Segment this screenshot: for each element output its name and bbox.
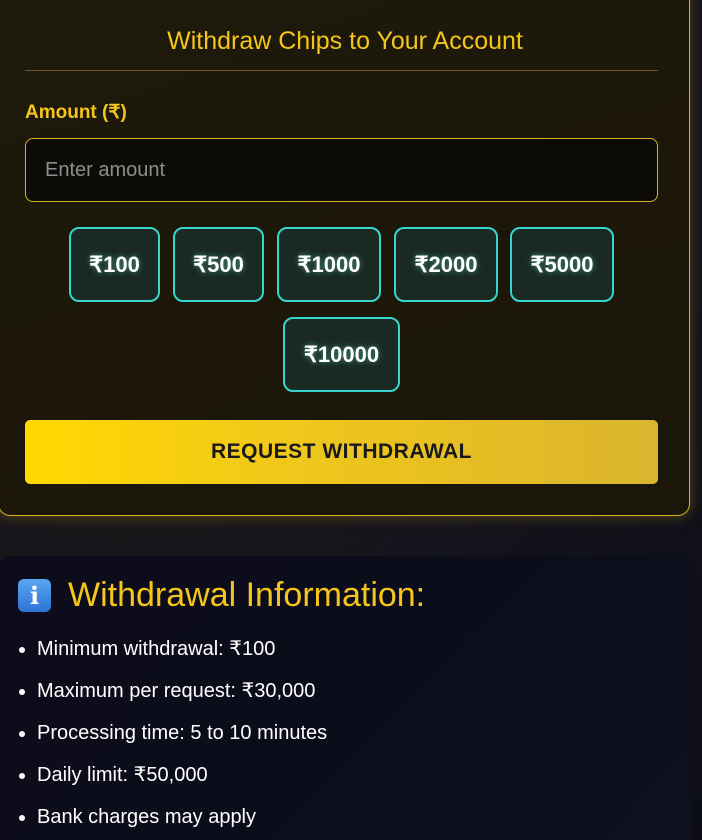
- request-withdrawal-button[interactable]: REQUEST WITHDRAWAL: [25, 420, 658, 484]
- info-heading: i Withdrawal Information:: [18, 576, 425, 615]
- info-item-processing-time: Processing time: 5 to 10 minutes: [37, 712, 327, 754]
- title-divider: [25, 70, 658, 71]
- page: Withdraw Chips to Your Account Amount (₹…: [0, 0, 702, 840]
- info-item-bank-charges: Bank charges may apply: [37, 796, 327, 838]
- info-list: Minimum withdrawal: ₹100 Maximum per req…: [0, 628, 327, 838]
- info-title: Withdrawal Information:: [68, 576, 426, 614]
- chip-2000-button[interactable]: ₹2000: [394, 227, 498, 302]
- chip-100-button[interactable]: ₹100: [69, 227, 160, 302]
- chip-1000-button[interactable]: ₹1000: [277, 227, 381, 302]
- chip-10000-button[interactable]: ₹10000: [283, 317, 400, 392]
- withdraw-card: Withdraw Chips to Your Account Amount (₹…: [0, 0, 690, 516]
- chip-5000-button[interactable]: ₹5000: [510, 227, 614, 302]
- info-item-minimum: Minimum withdrawal: ₹100: [37, 628, 327, 670]
- amount-input[interactable]: [25, 138, 658, 202]
- card-title: Withdraw Chips to Your Account: [167, 27, 523, 55]
- chip-500-button[interactable]: ₹500: [173, 227, 264, 302]
- withdrawal-info-card: i Withdrawal Information: Minimum withdr…: [0, 556, 690, 840]
- amount-label: Amount (₹): [25, 102, 127, 123]
- info-item-daily-limit: Daily limit: ₹50,000: [37, 754, 327, 796]
- info-icon: i: [18, 579, 51, 612]
- info-item-maximum: Maximum per request: ₹30,000: [37, 670, 327, 712]
